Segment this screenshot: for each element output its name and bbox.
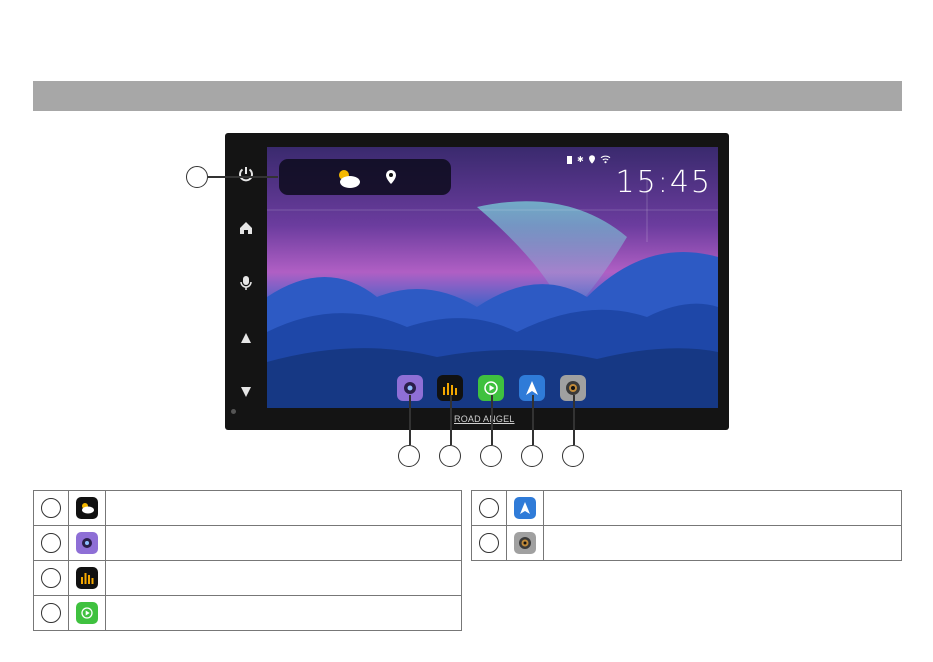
carplay-app-icon xyxy=(76,602,98,624)
location-pin-icon xyxy=(386,170,396,184)
legend-callout-6 xyxy=(479,533,499,553)
head-unit-device: ✱ 15:45 ROAD ANGEL xyxy=(225,133,729,430)
home-screen: ✱ 15:45 xyxy=(267,147,718,408)
callout-4-line xyxy=(491,395,493,445)
callout-1-line xyxy=(208,176,278,178)
callout-6 xyxy=(562,445,584,467)
status-bar: ✱ xyxy=(567,155,611,164)
legend-table-right xyxy=(471,490,902,561)
legend-callout-4 xyxy=(41,603,61,623)
legend-table-left xyxy=(33,490,462,631)
brand-logo: ROAD ANGEL xyxy=(454,414,515,424)
legend-row xyxy=(471,490,902,526)
home-icon[interactable] xyxy=(235,217,257,239)
power-icon[interactable] xyxy=(235,163,257,185)
volume-up-icon[interactable] xyxy=(235,327,257,349)
location-icon xyxy=(588,155,595,164)
microphone-hole xyxy=(231,409,236,414)
weather-cloud-sun-icon xyxy=(339,170,360,188)
legend-row xyxy=(33,560,462,596)
dashcam-app-icon xyxy=(514,532,536,554)
legend-row xyxy=(471,525,902,561)
callout-2 xyxy=(398,445,420,467)
bluetooth-icon: ✱ xyxy=(577,154,584,164)
legend-callout-2 xyxy=(41,533,61,553)
callout-3-line xyxy=(450,395,452,445)
legend-row xyxy=(33,595,462,631)
callout-3 xyxy=(439,445,461,467)
section-header-bar xyxy=(33,81,902,111)
sd-card-icon xyxy=(567,155,572,164)
mic-icon[interactable] xyxy=(235,272,257,294)
callout-5 xyxy=(521,445,543,467)
audio-eq-app-icon xyxy=(76,567,98,589)
weather-widget[interactable] xyxy=(279,159,451,195)
volume-down-icon[interactable] xyxy=(235,381,257,403)
callout-1 xyxy=(186,166,208,188)
legend-row xyxy=(33,490,462,526)
callout-6-line xyxy=(573,395,575,445)
legend-callout-3 xyxy=(41,568,61,588)
clock: 15:45 xyxy=(615,165,712,200)
camera-app-icon xyxy=(76,532,98,554)
legend-callout-1 xyxy=(41,498,61,518)
legend-row xyxy=(33,525,462,561)
weather-app-icon xyxy=(76,497,98,519)
wifi-icon xyxy=(600,155,611,164)
android-auto-app-icon xyxy=(514,497,536,519)
legend-callout-5 xyxy=(479,498,499,518)
callout-2-line xyxy=(409,395,411,445)
callout-4 xyxy=(480,445,502,467)
callout-5-line xyxy=(532,395,534,445)
